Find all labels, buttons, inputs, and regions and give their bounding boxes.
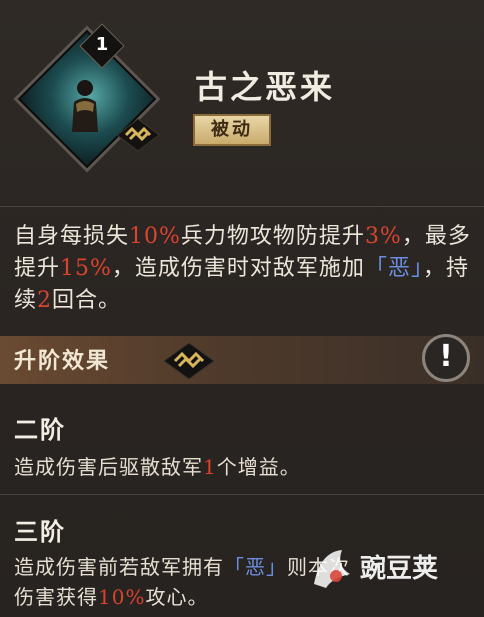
divider — [0, 494, 484, 495]
status-link[interactable]: 「恶」 — [224, 555, 287, 579]
tier-text-part: 造成伤害前若敌军拥有 — [14, 555, 224, 579]
desc-text: 自身每损失 — [14, 224, 130, 249]
tier3-title: 三阶 — [14, 517, 66, 546]
tier2-title: 二阶 — [14, 415, 66, 444]
fret-pattern-icon — [163, 342, 215, 380]
tier-text-part: 造成伤害后驱散敌军 — [14, 455, 203, 479]
skill-description: 自身每损失10%兵力物攻物防提升3%，最多提升15%，造成伤害时对敌军施加「恶」… — [14, 221, 476, 317]
skill-level: 1 — [95, 34, 109, 55]
desc-text: ，造成伤害时对敌军施加 — [111, 256, 365, 281]
skill-tooltip-panel: 1 古之恶来 被动 自身每损失10%兵力物攻物防提升3%，最多提升15%，造成伤… — [0, 0, 484, 617]
desc-text: 回合。 — [52, 288, 122, 313]
info-button[interactable]: ! — [422, 334, 470, 382]
tier2-text: 造成伤害后驱散敌军1个增益。 — [14, 452, 476, 482]
watermark-text: 豌豆荚 — [360, 554, 439, 584]
upgrade-header: 升阶效果 — [14, 348, 111, 374]
skill-name: 古之恶来 — [195, 68, 336, 106]
divider — [0, 206, 484, 207]
tier-text-part: 个增益。 — [216, 455, 301, 479]
desc-value: 15% — [60, 256, 112, 281]
fret-pattern-icon — [116, 118, 160, 152]
tier-text-part: 攻心。 — [145, 585, 209, 609]
desc-text: 兵力物攻物防提升 — [180, 224, 365, 249]
warrior-figure-icon — [72, 80, 98, 132]
desc-value: 2 — [37, 288, 53, 313]
skill-type-tag: 被动 — [193, 114, 271, 146]
desc-value: 10% — [129, 224, 181, 249]
status-link[interactable]: 「恶」 — [365, 256, 423, 281]
tier-value: 10% — [98, 585, 146, 609]
desc-value: 3% — [364, 224, 402, 249]
tier-text-part: 伤害获得 — [14, 585, 98, 609]
skill-icon: 1 — [17, 23, 160, 169]
tier-value: 1 — [203, 455, 217, 479]
